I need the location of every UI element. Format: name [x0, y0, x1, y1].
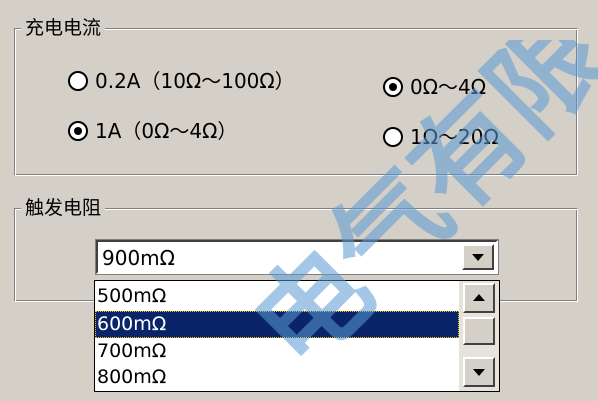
chevron-down-icon — [473, 369, 485, 376]
radio-1-20-ohm-indicator[interactable] — [383, 127, 403, 147]
chevron-up-icon — [473, 294, 485, 301]
radio-0-4-ohm-indicator[interactable] — [383, 77, 403, 97]
chevron-down-icon — [472, 254, 484, 261]
list-item[interactable]: 700mΩ — [95, 338, 459, 365]
radio-1a-indicator[interactable] — [68, 121, 88, 141]
radio-0-2a-indicator[interactable] — [68, 71, 88, 91]
radio-0-2a-label: 0.2A（10Ω～100Ω） — [95, 69, 295, 93]
resistance-dropdown-list[interactable]: 500mΩ 600mΩ 700mΩ 800mΩ — [94, 280, 500, 392]
radio-0-4-ohm[interactable]: 0Ω～4Ω — [383, 74, 486, 100]
radio-1-20-ohm-label: 1Ω～20Ω — [410, 125, 499, 149]
radio-0-4-ohm-label: 0Ω～4Ω — [410, 75, 487, 99]
scroll-up-button[interactable] — [463, 283, 495, 313]
combobox-value: 900mΩ — [102, 246, 175, 270]
list-item[interactable]: 500mΩ — [95, 283, 459, 310]
scroll-down-button[interactable] — [463, 357, 495, 387]
radio-1a[interactable]: 1A（0Ω～4Ω） — [68, 118, 237, 144]
radio-0-2a[interactable]: 0.2A（10Ω～100Ω） — [68, 68, 295, 94]
radio-1-20-ohm[interactable]: 1Ω～20Ω — [383, 124, 499, 150]
list-item-selected[interactable]: 600mΩ — [95, 311, 459, 338]
charge-current-group: 充电电流 — [14, 15, 578, 176]
combobox-dropdown-button[interactable] — [462, 244, 494, 270]
list-item[interactable]: 800mΩ — [95, 364, 459, 391]
scroll-thumb[interactable] — [463, 317, 495, 345]
radio-1a-label: 1A（0Ω～4Ω） — [95, 119, 238, 143]
dropdown-scrollbar[interactable] — [459, 281, 499, 391]
resistance-combobox[interactable]: 900mΩ — [96, 240, 498, 274]
charge-current-title: 充电电流 — [21, 15, 106, 41]
trigger-resistance-title: 触发电阻 — [21, 195, 106, 221]
